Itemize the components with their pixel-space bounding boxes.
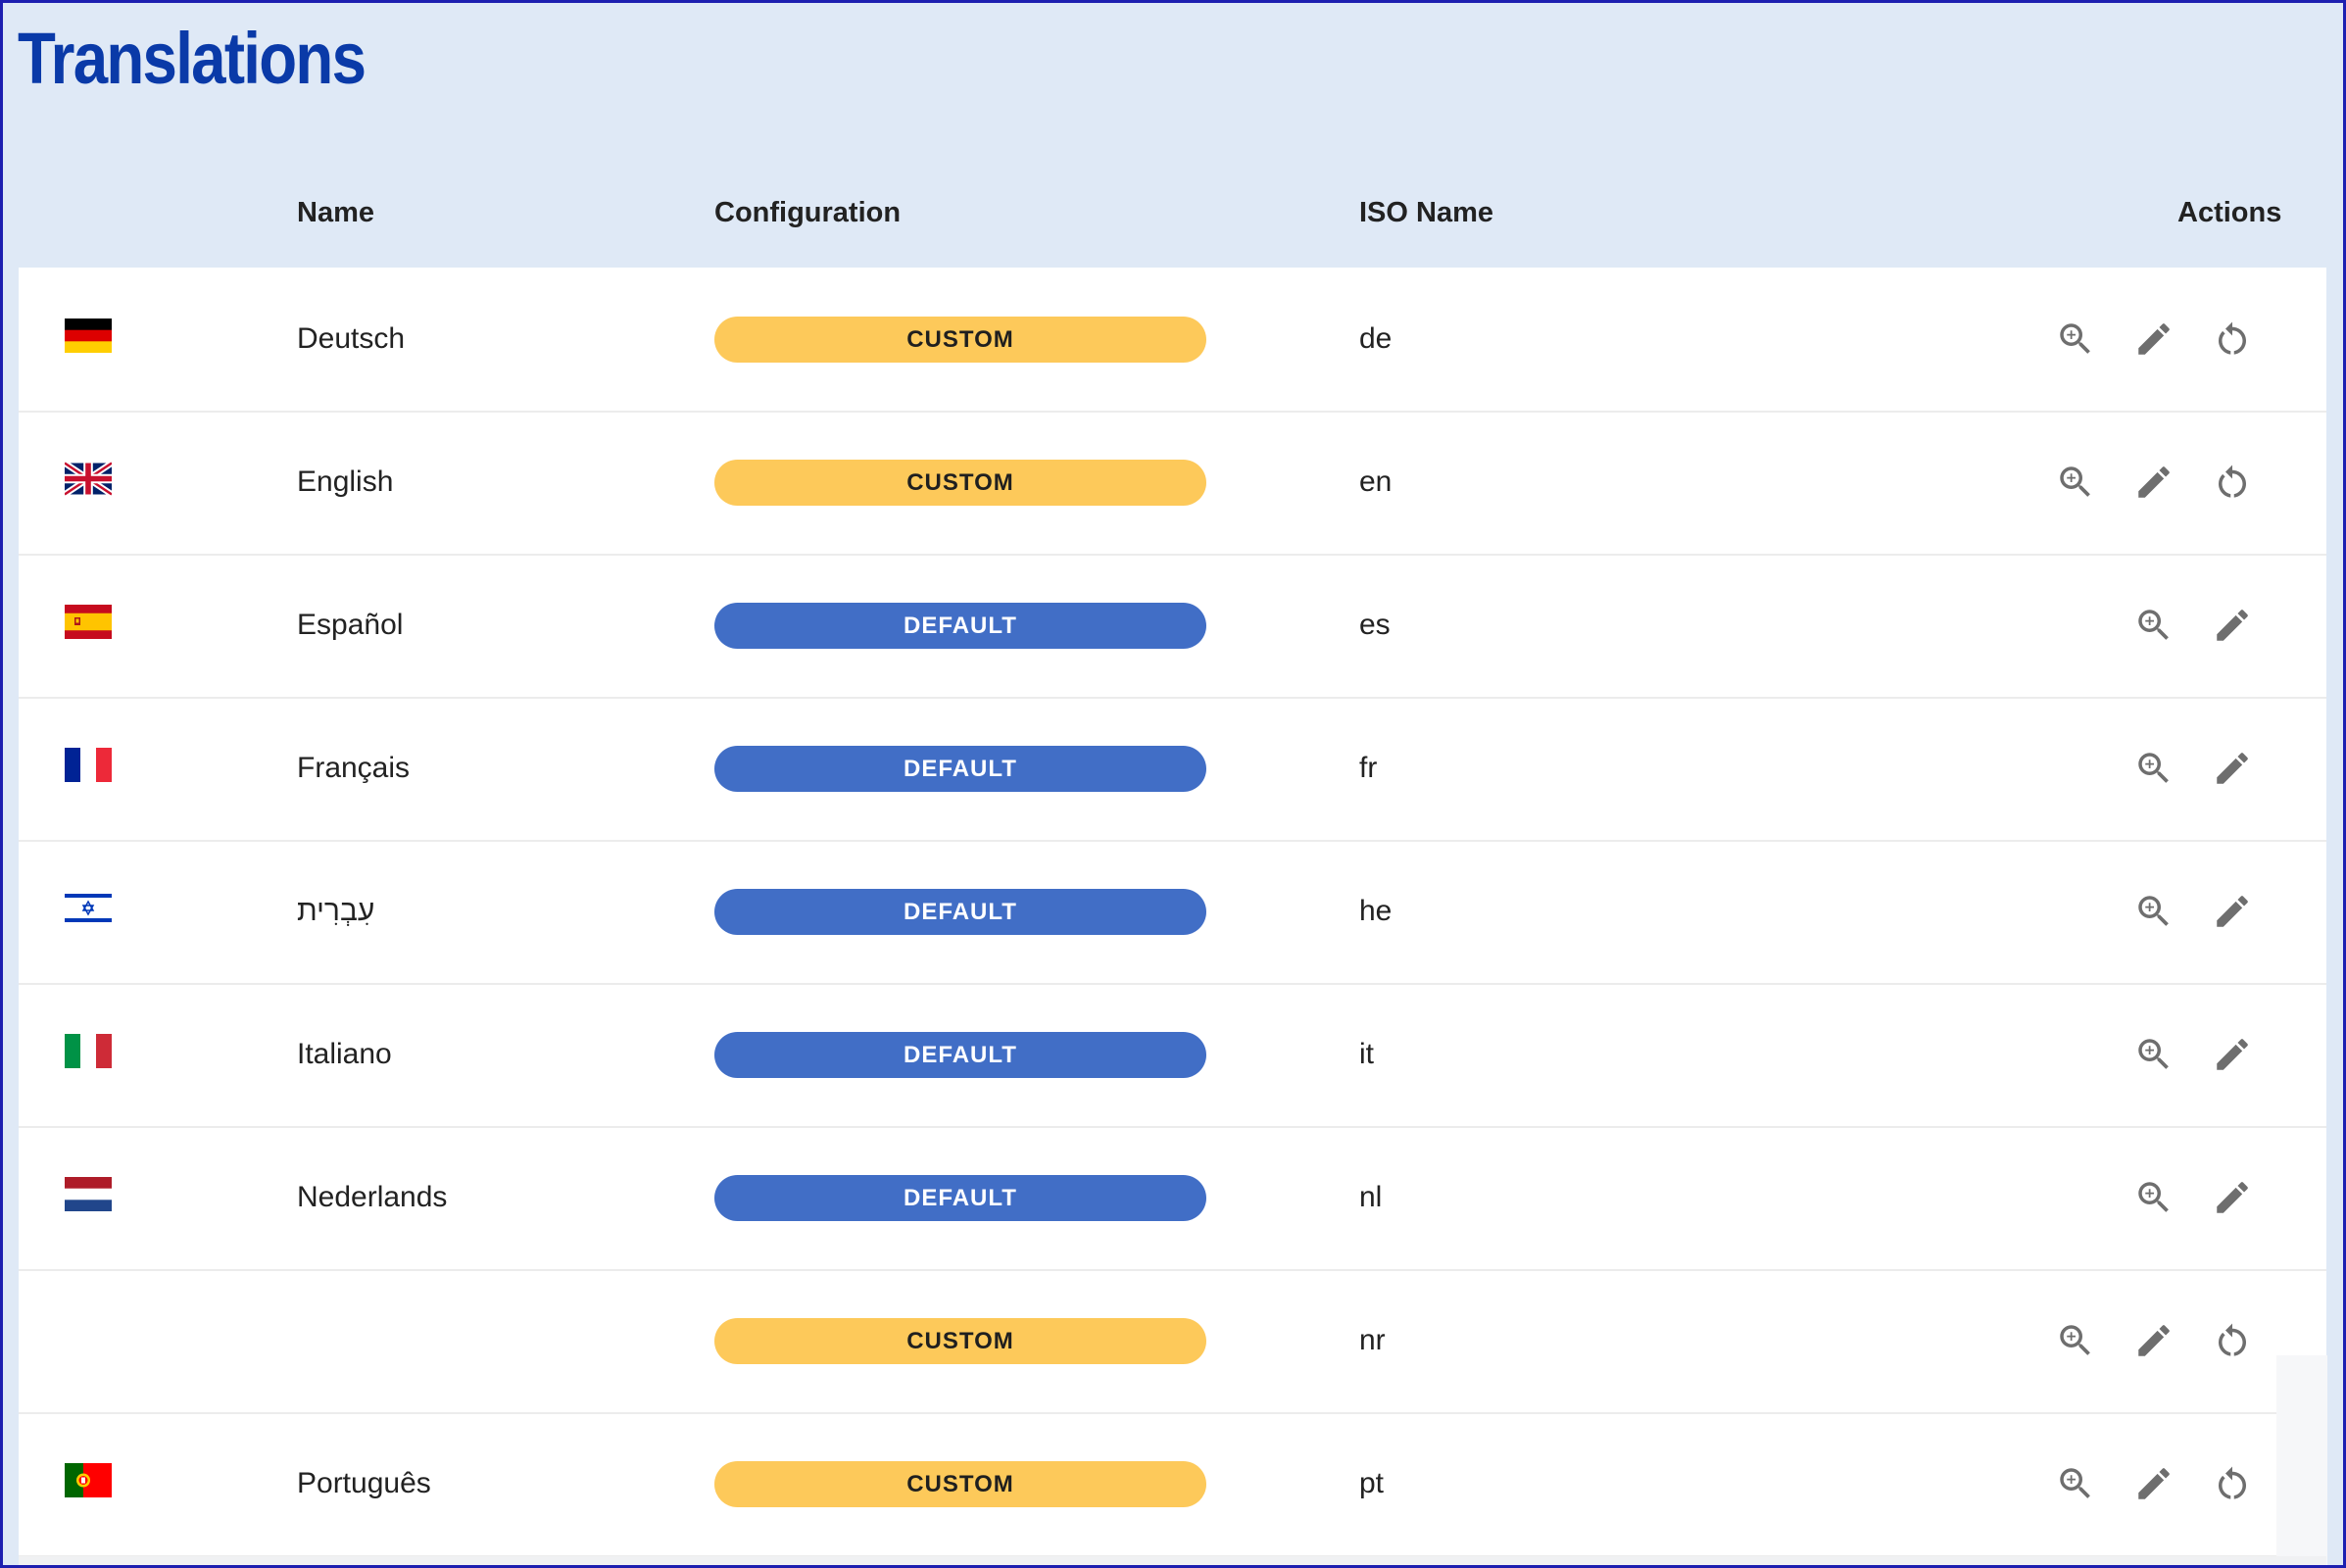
view-button[interactable] [2055,1463,2096,1504]
iso-name: it [1359,1038,1374,1070]
pencil-icon [2212,605,2253,646]
table-row: Nederlands DEFAULT nl [19,1126,2326,1271]
france-flag-icon [65,748,112,782]
table-row: Español DEFAULT es [19,554,2326,699]
germany-flag-icon [65,318,112,353]
zoom-in-icon [2055,1320,2096,1361]
language-name: עִבְרִית [297,895,375,927]
iso-name: en [1359,466,1393,498]
reset-button[interactable] [2212,1463,2253,1504]
table-row: Français DEFAULT fr [19,697,2326,842]
reset-button[interactable] [2212,1320,2253,1361]
netherlands-flag-icon [65,1177,112,1211]
view-button[interactable] [2133,891,2175,932]
configuration-badge: DEFAULT [714,889,1206,935]
edit-button[interactable] [2212,748,2253,789]
edit-button[interactable] [2133,1320,2175,1361]
iso-name: de [1359,322,1393,355]
configuration-badge: CUSTOM [714,460,1206,506]
configuration-badge: CUSTOM [714,317,1206,363]
iso-name: pt [1359,1467,1385,1499]
configuration-badge: CUSTOM [714,1461,1206,1507]
view-button[interactable] [2133,748,2175,789]
translations-table-body: Deutsch CUSTOM de English CUSTOM en Español DEF… [19,268,2326,1565]
edit-button[interactable] [2133,462,2175,503]
edit-button[interactable] [2133,318,2175,360]
configuration-badge: CUSTOM [714,1318,1206,1364]
pencil-icon [2212,1034,2253,1075]
pencil-icon [2133,462,2175,503]
reset-button[interactable] [2212,462,2253,503]
table-row: Português CUSTOM pt [19,1412,2326,1557]
page-title: Translations [18,18,367,99]
column-header-iso-name[interactable]: ISO Name [1359,197,1493,229]
column-header-name[interactable]: Name [297,197,374,229]
table-row: Deutsch CUSTOM de [19,268,2326,413]
zoom-in-icon [2133,891,2175,932]
configuration-badge: DEFAULT [714,746,1206,792]
table-bottom-shade [19,1556,2326,1565]
iso-name: he [1359,895,1393,927]
zoom-in-icon [2055,1463,2096,1504]
reset-icon [2212,462,2253,503]
language-name: English [297,466,394,498]
view-button[interactable] [2055,462,2096,503]
italy-flag-icon [65,1034,112,1068]
table-header: Name Configuration ISO Name Actions [19,170,2326,268]
zoom-in-icon [2055,318,2096,360]
table-row: English CUSTOM en [19,411,2326,556]
column-header-actions: Actions [2177,197,2282,228]
configuration-badge: DEFAULT [714,1032,1206,1078]
iso-name: nl [1359,1181,1383,1213]
edit-button[interactable] [2212,605,2253,646]
column-header-configuration[interactable]: Configuration [714,197,901,229]
iso-name: nr [1359,1324,1386,1356]
language-name: Español [297,609,404,641]
edit-button[interactable] [2212,1177,2253,1218]
configuration-badge: DEFAULT [714,603,1206,649]
language-name: Français [297,752,411,784]
uk-flag-icon [65,462,112,496]
scroll-fade [2276,1355,2327,1565]
iso-name: es [1359,609,1391,641]
pencil-icon [2133,1463,2175,1504]
israel-flag-icon [65,891,112,925]
view-button[interactable] [2133,605,2175,646]
view-button[interactable] [2133,1177,2175,1218]
reset-icon [2212,1320,2253,1361]
pencil-icon [2133,1320,2175,1361]
table-row: CUSTOM nr [19,1269,2326,1414]
edit-button[interactable] [2212,891,2253,932]
view-button[interactable] [2055,1320,2096,1361]
language-name: Nederlands [297,1181,448,1213]
zoom-in-icon [2133,1034,2175,1075]
language-name: Deutsch [297,322,406,355]
zoom-in-icon [2055,462,2096,503]
table-row: Italiano DEFAULT it [19,983,2326,1128]
zoom-in-icon [2133,605,2175,646]
pencil-icon [2212,891,2253,932]
configuration-badge: DEFAULT [714,1175,1206,1221]
edit-button[interactable] [2212,1034,2253,1075]
pencil-icon [2212,748,2253,789]
pencil-icon [2133,318,2175,360]
iso-name: fr [1359,752,1378,784]
reset-button[interactable] [2212,318,2253,360]
edit-button[interactable] [2133,1463,2175,1504]
portugal-flag-icon [65,1463,112,1497]
language-name: Português [297,1467,431,1499]
view-button[interactable] [2055,318,2096,360]
flag-empty [65,1320,112,1354]
spain-flag-icon [65,605,112,639]
zoom-in-icon [2133,748,2175,789]
reset-icon [2212,318,2253,360]
translations-panel: Translations Name Configuration ISO Name… [0,0,2346,1568]
pencil-icon [2212,1177,2253,1218]
language-name: Italiano [297,1038,392,1070]
table-row: עִבְרִית DEFAULT he [19,840,2326,985]
view-button[interactable] [2133,1034,2175,1075]
zoom-in-icon [2133,1177,2175,1218]
reset-icon [2212,1463,2253,1504]
